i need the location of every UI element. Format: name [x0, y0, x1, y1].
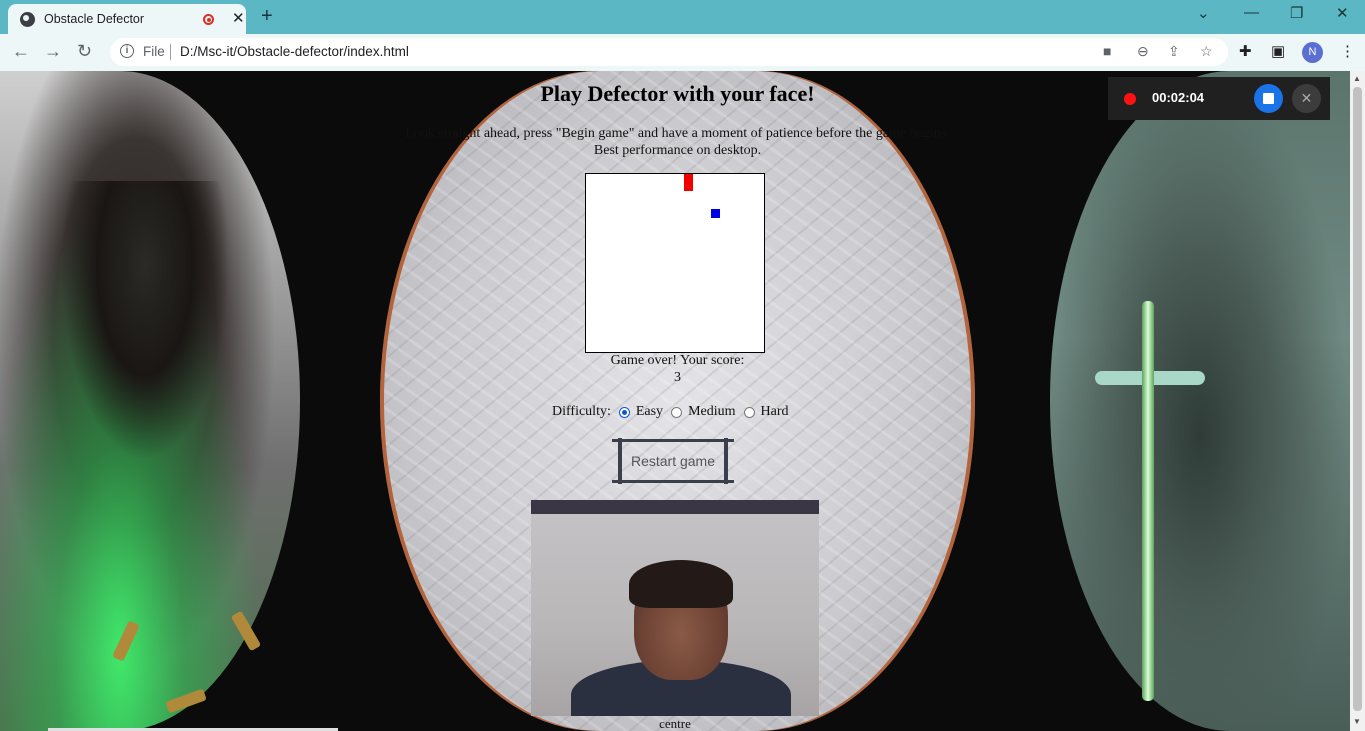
side-panel-icon[interactable]: ▣: [1271, 42, 1285, 60]
site-info-icon[interactable]: i: [120, 44, 134, 58]
more-menu-icon[interactable]: ⋮: [1340, 42, 1355, 60]
game-over-label: Game over! Your score:: [610, 353, 745, 368]
bottle-art: [230, 610, 262, 652]
game-canvas: [585, 173, 765, 353]
profile-avatar[interactable]: N: [1302, 42, 1323, 63]
new-tab-button[interactable]: +: [261, 5, 273, 28]
mic-muted-icon[interactable]: ✕: [1292, 84, 1321, 113]
address-bar[interactable]: i File D:/Msc-it/Obstacle-defector/index…: [110, 38, 1228, 66]
globe-icon: [20, 12, 35, 27]
page-title: Play Defector with your face!: [540, 81, 815, 106]
reload-icon[interactable]: ↻: [77, 41, 92, 62]
file-scheme-label: File: [143, 44, 165, 59]
instructions-line-2: Best performance on desktop.: [593, 143, 762, 158]
bottle-art: [165, 688, 207, 714]
bottle-art: [112, 620, 140, 662]
recording-indicator-icon: [203, 14, 214, 25]
restart-game-label: Restart game: [630, 453, 716, 469]
stop-recording-button[interactable]: [1254, 84, 1283, 113]
difficulty-easy-label[interactable]: Easy: [636, 404, 663, 420]
person-hair: [629, 560, 733, 608]
vertical-scrollbar[interactable]: ▲ ▼: [1350, 71, 1365, 731]
restore-button[interactable]: ❐: [1290, 4, 1303, 22]
dark-figure-art: [60, 181, 230, 461]
difficulty-hard-radio[interactable]: [743, 406, 755, 418]
scroll-down-arrow-icon[interactable]: ▼: [1353, 717, 1361, 726]
recording-dot-icon: [1124, 93, 1136, 105]
extensions-icon[interactable]: ✚: [1239, 42, 1252, 60]
left-background-art: [0, 71, 300, 731]
zoom-icon[interactable]: ⊖: [1137, 43, 1149, 60]
forward-arrow-icon[interactable]: →: [44, 41, 62, 62]
difficulty-hard-label[interactable]: Hard: [761, 404, 789, 420]
tab-search-chevron-icon[interactable]: ⌄: [1197, 4, 1210, 22]
difficulty-selector: Difficulty: Easy Medium Hard: [552, 404, 789, 420]
difficulty-medium-label[interactable]: Medium: [688, 404, 735, 420]
share-icon[interactable]: ⇪: [1168, 43, 1180, 60]
face-position-label: centre: [659, 716, 691, 731]
url-text[interactable]: D:/Msc-it/Obstacle-defector/index.html: [180, 44, 409, 59]
instructions: Look straight ahead, press "Begin game" …: [380, 125, 975, 159]
browser-tab[interactable]: Obstacle Defector ✕: [8, 4, 246, 34]
obstacle-block: [684, 174, 693, 191]
window-close-button[interactable]: ✕: [1336, 4, 1349, 22]
bookmark-star-icon[interactable]: ☆: [1200, 43, 1213, 60]
browser-toolbar: ← → ↻ i File D:/Msc-it/Obstacle-defector…: [0, 34, 1365, 71]
player-block: [711, 209, 720, 218]
screen-recorder-bar: 00:02:04 ✕: [1108, 77, 1330, 120]
minimize-button[interactable]: —: [1244, 4, 1259, 21]
score-value: 3: [674, 370, 681, 385]
glowing-sword-art: [1142, 301, 1154, 701]
back-arrow-icon[interactable]: ←: [12, 41, 30, 62]
restart-game-button[interactable]: Restart game: [612, 438, 734, 484]
scroll-up-arrow-icon[interactable]: ▲: [1353, 74, 1361, 83]
difficulty-easy-radio[interactable]: [618, 406, 630, 418]
instructions-line-1: Look straight ahead, press "Begin game" …: [405, 126, 950, 141]
address-separator: [170, 44, 171, 60]
difficulty-label: Difficulty:: [552, 404, 611, 419]
camera-icon[interactable]: ■: [1103, 43, 1111, 59]
webcam-video: [531, 500, 819, 716]
tab-close-button[interactable]: ✕: [232, 9, 245, 27]
scrollbar-thumb[interactable]: [1353, 87, 1362, 711]
right-background-art: [1050, 71, 1350, 731]
tab-strip: Obstacle Defector ✕ + ⌄ — ❐ ✕: [0, 0, 1365, 34]
tab-title: Obstacle Defector: [44, 12, 145, 26]
video-top-edge: [531, 500, 819, 514]
recording-timer: 00:02:04: [1152, 90, 1205, 105]
difficulty-medium-radio[interactable]: [671, 406, 683, 418]
